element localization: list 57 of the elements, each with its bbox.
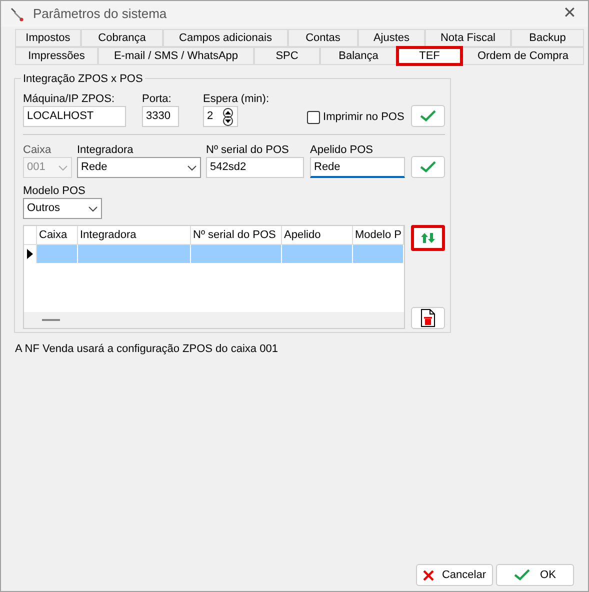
swap-button[interactable] <box>411 225 445 251</box>
column-header[interactable]: Integradora <box>78 226 191 244</box>
field-label: Máquina/IP ZPOS: <box>23 92 115 106</box>
column-header[interactable]: Nº serial do POS <box>191 226 282 244</box>
x-icon <box>422 570 434 580</box>
tab[interactable]: Balança <box>320 47 397 65</box>
ok-button[interactable]: OK <box>496 564 574 586</box>
chevron-down-icon <box>187 164 197 170</box>
trash-document-icon <box>421 309 435 327</box>
column-header[interactable]: Apelido <box>282 226 353 244</box>
window-title: Parâmetros do sistema <box>33 5 168 24</box>
input-field[interactable]: 3330 <box>142 106 179 127</box>
confirm-button[interactable] <box>411 105 445 127</box>
column-header[interactable]: Modelo P <box>353 226 404 244</box>
spinner-arrows-icon <box>221 108 235 126</box>
tab[interactable]: Contas <box>288 29 358 47</box>
chevron-down-icon <box>58 164 68 170</box>
input-field[interactable]: 542sd2 <box>206 157 304 178</box>
field-label: Apelido POS <box>310 143 373 157</box>
tab[interactable]: Campos adicionais <box>163 29 288 47</box>
spin-field[interactable]: 2 <box>203 106 238 127</box>
chevron-down-icon <box>88 206 98 212</box>
input-field[interactable]: LOCALHOST <box>23 106 126 127</box>
check-icon <box>420 110 436 122</box>
field-label: Porta: <box>142 92 172 106</box>
tab[interactable]: Impressões <box>15 47 98 65</box>
tab[interactable]: TEF <box>397 47 462 65</box>
tab[interactable]: Backup <box>511 29 584 47</box>
confirm-button[interactable] <box>411 156 445 178</box>
tab[interactable]: E-mail / SMS / WhatsApp <box>98 47 254 65</box>
tab[interactable]: Ordem de Compra <box>462 47 584 65</box>
cancel-button[interactable]: Cancelar <box>416 564 493 586</box>
field-label: Nº serial do POS <box>206 143 289 157</box>
tab[interactable]: Cobrança <box>81 29 163 47</box>
field-label: Integradora <box>77 143 134 157</box>
checkbox[interactable] <box>307 111 320 124</box>
input-field[interactable]: Rede <box>310 157 405 178</box>
delete-button[interactable] <box>411 307 445 329</box>
dropdown[interactable]: Rede <box>77 157 201 178</box>
column-header[interactable]: Caixa <box>37 226 78 244</box>
check-icon <box>514 569 530 581</box>
checkbox-label: Imprimir no POS <box>323 110 404 126</box>
group-title: Integração ZPOS x POS <box>21 71 145 88</box>
close-button[interactable]: ✕ <box>563 2 580 26</box>
tab[interactable]: Impostos <box>15 29 81 47</box>
tab[interactable]: Ajustes <box>358 29 425 47</box>
check-icon <box>420 161 436 173</box>
current-row-icon <box>27 249 33 259</box>
up-down-arrows-icon <box>421 233 435 243</box>
dropdown[interactable]: Outros <box>23 198 102 219</box>
tab[interactable]: SPC <box>254 47 320 65</box>
scrollbar-thumb-icon <box>42 318 60 322</box>
field-label: Espera (min): <box>203 92 270 106</box>
field-label: Modelo POS <box>23 184 86 198</box>
tab[interactable]: Nota Fiscal <box>425 29 511 47</box>
field-label: Caixa <box>23 143 52 157</box>
status-text: A NF Venda usará a configuração ZPOS do caixa 001 <box>15 342 279 357</box>
